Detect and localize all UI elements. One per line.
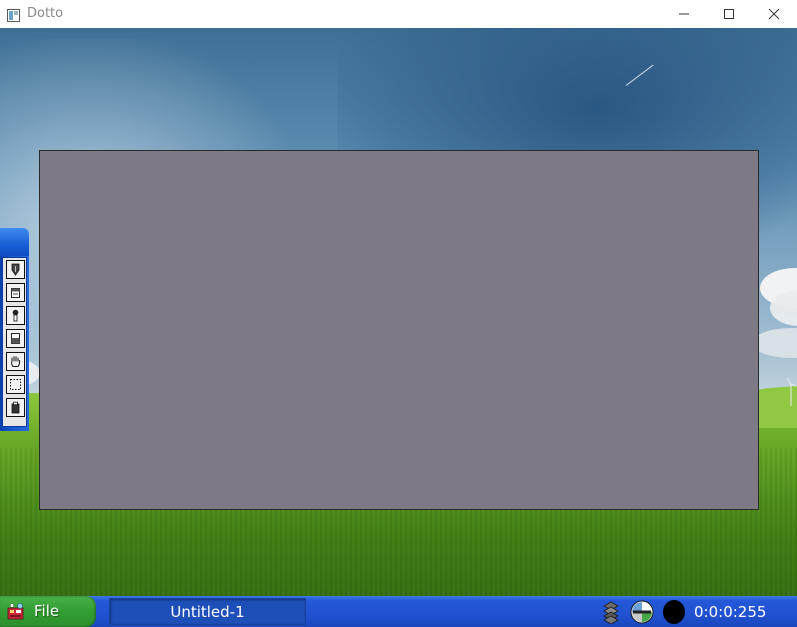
color-swatch-icon: [663, 600, 685, 624]
minimize-button[interactable]: [661, 0, 707, 28]
file-menu-button[interactable]: File: [0, 596, 96, 627]
dropper-icon: [12, 309, 19, 322]
app-window: Dotto File Untitled-1 0:0:0:255: [0, 0, 797, 627]
globe-icon: [630, 600, 654, 624]
pen-icon: [11, 263, 20, 276]
layers-icon: [603, 601, 619, 625]
minimize-icon: [679, 13, 689, 15]
file-menu-label: File: [34, 602, 60, 620]
status-readout: 0:0:0:255: [694, 603, 767, 621]
document-tab[interactable]: Untitled-1: [109, 598, 306, 625]
file-icon: [6, 602, 26, 622]
layers-button[interactable]: [599, 600, 623, 625]
app-icon: [7, 7, 20, 22]
drawing-canvas[interactable]: [39, 150, 759, 510]
marquee-tool[interactable]: [6, 375, 25, 394]
mode-button[interactable]: [630, 600, 654, 624]
close-icon: [768, 8, 780, 20]
bucket-icon: [11, 288, 20, 298]
close-button[interactable]: [751, 0, 797, 28]
color-swatch-button[interactable]: [662, 600, 686, 624]
pen-tool[interactable]: [6, 260, 25, 279]
palette-tools: [2, 257, 27, 427]
title-bar[interactable]: Dotto: [0, 0, 797, 28]
wallpaper-windmill: [786, 377, 796, 406]
maximize-button[interactable]: [706, 0, 752, 28]
eraser-icon: [11, 333, 20, 344]
paste-tool[interactable]: [6, 398, 25, 417]
bucket-tool[interactable]: [6, 283, 25, 302]
taskbar: File Untitled-1 0:0:0:255: [0, 596, 797, 627]
paste-icon: [11, 401, 20, 414]
hand-icon: [11, 356, 21, 367]
window-title: Dotto: [27, 6, 64, 21]
workspace: [0, 28, 797, 596]
eraser-tool[interactable]: [6, 329, 25, 348]
tool-palette: [0, 228, 29, 431]
dropper-tool[interactable]: [6, 306, 25, 325]
maximize-icon: [724, 9, 734, 19]
document-tab-label: Untitled-1: [170, 602, 245, 621]
hand-tool[interactable]: [6, 352, 25, 371]
marquee-icon: [10, 379, 21, 390]
palette-header[interactable]: [0, 228, 29, 256]
